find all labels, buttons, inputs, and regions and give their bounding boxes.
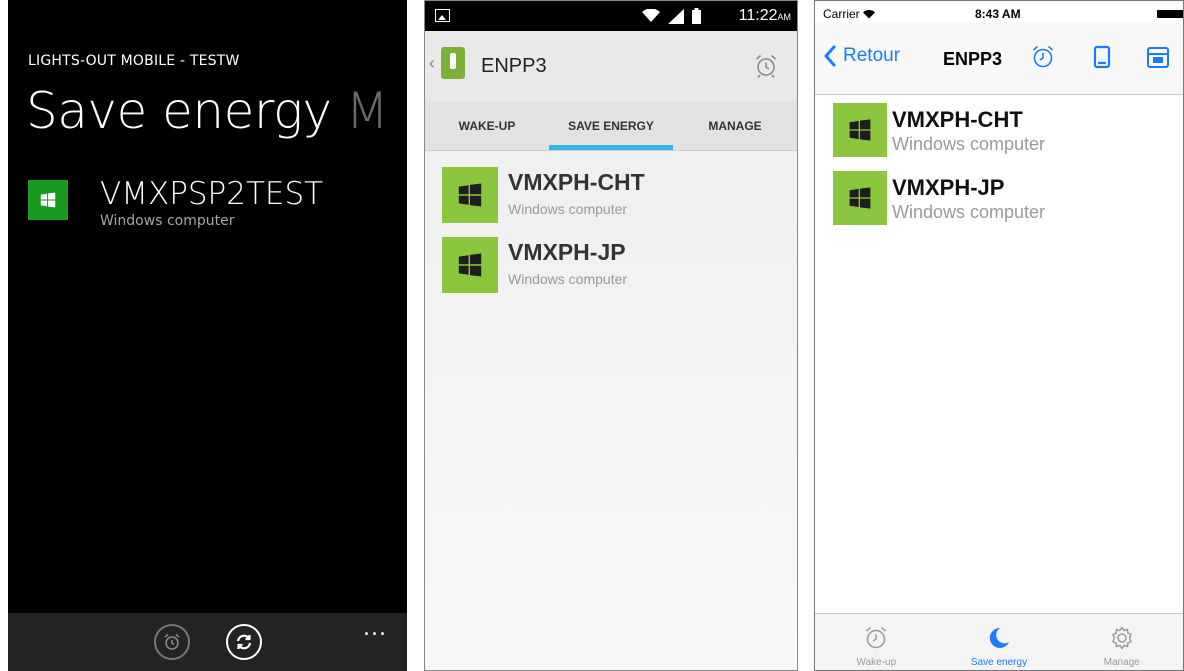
carrier-label: Carrier bbox=[823, 7, 876, 21]
sync-button[interactable] bbox=[226, 624, 262, 660]
list-item[interactable]: VMXPSP2TEST Windows computer bbox=[28, 177, 323, 229]
action-bar: ‹ ENPP3 bbox=[425, 31, 797, 101]
back-label: Retour bbox=[843, 45, 901, 66]
pivot-header: Save energy M bbox=[26, 82, 389, 140]
tab-wake-up[interactable]: Wake-up bbox=[815, 614, 938, 670]
tab-label: Manage bbox=[1103, 657, 1140, 668]
list-item[interactable]: VMXPH-CHT Windows computer bbox=[815, 103, 1183, 171]
battery-icon bbox=[692, 8, 701, 24]
alarm-icon[interactable] bbox=[1030, 44, 1056, 70]
tab-bar: Wake-up Save energy Manage bbox=[815, 613, 1183, 670]
computer-name: VMXPH-JP bbox=[508, 239, 626, 265]
computer-list: VMXPH-CHT Windows computer VMXPH-JP Wind… bbox=[815, 95, 1183, 239]
computer-type: Windows computer bbox=[892, 202, 1046, 222]
battery-icon bbox=[1157, 10, 1183, 18]
computer-name: VMXPH-JP bbox=[892, 175, 1005, 200]
pivot-current[interactable]: Save energy bbox=[26, 82, 332, 140]
computer-list: VMXPH-CHT Windows computer VMXPH-JP Wind… bbox=[425, 151, 797, 307]
list-item[interactable]: VMXPH-JP Windows computer bbox=[815, 171, 1183, 239]
computer-name: VMXPSP2TEST bbox=[100, 176, 324, 212]
wifi-icon bbox=[642, 9, 660, 22]
computer-type: Windows computer bbox=[508, 201, 628, 217]
tab-wake-up[interactable]: WAKE-UP bbox=[425, 101, 549, 150]
signal-icon bbox=[668, 8, 684, 24]
computer-type: Windows computer bbox=[100, 213, 235, 229]
pivot-next[interactable]: M bbox=[346, 82, 389, 140]
windows-logo-icon bbox=[442, 167, 498, 223]
tab-bar: WAKE-UP SAVE ENERGY MANAGE bbox=[425, 101, 797, 151]
chevron-left-icon bbox=[824, 45, 836, 67]
page-title: ENPP3 bbox=[481, 55, 547, 77]
alarm-icon bbox=[866, 626, 887, 649]
tab-label: Save energy bbox=[970, 657, 1028, 668]
app-bar: ... bbox=[8, 613, 407, 671]
list-item[interactable]: VMXPH-CHT Windows computer bbox=[425, 167, 797, 237]
windows-logo-icon bbox=[833, 103, 887, 157]
tab-manage[interactable]: Manage bbox=[1060, 614, 1183, 670]
moon-icon bbox=[989, 627, 1009, 648]
image-icon bbox=[435, 9, 450, 22]
sync-icon bbox=[236, 634, 252, 650]
tab-save-energy[interactable]: SAVE ENERGY bbox=[549, 101, 673, 150]
computer-type: Windows computer bbox=[508, 271, 628, 287]
windows-logo-icon bbox=[28, 180, 68, 220]
tab-save-energy[interactable]: Save energy bbox=[938, 614, 1061, 670]
windows-phone-screen: LIGHTS-OUT MOBILE - TESTW Save energy M V… bbox=[8, 0, 407, 671]
status-bar: Carrier 8:43 AM bbox=[815, 1, 1183, 23]
status-time: 8:43 AM bbox=[975, 7, 1021, 21]
calendar-icon[interactable] bbox=[1145, 44, 1171, 70]
status-time: 11:22AM bbox=[738, 7, 791, 24]
ios-screen: Carrier 8:43 AM Retour ENPP3 VMXPH-CHT W… bbox=[814, 0, 1184, 671]
app-logo-icon[interactable] bbox=[441, 47, 465, 79]
computer-type: Windows computer bbox=[892, 134, 1046, 154]
windows-logo-icon bbox=[833, 171, 887, 225]
navigation-bar: Retour ENPP3 bbox=[815, 23, 1183, 95]
tab-manage[interactable]: MANAGE bbox=[673, 101, 797, 150]
computer-name: VMXPH-CHT bbox=[508, 169, 645, 195]
back-button[interactable]: Retour bbox=[823, 45, 900, 67]
tablet-icon[interactable] bbox=[1089, 44, 1115, 70]
alarm-icon bbox=[164, 633, 180, 650]
tab-label: Wake-up bbox=[856, 657, 897, 668]
status-bar: 11:22AM bbox=[425, 1, 797, 31]
alarm-button[interactable] bbox=[154, 624, 190, 660]
list-item[interactable]: VMXPH-JP Windows computer bbox=[425, 237, 797, 307]
gear-icon bbox=[1111, 626, 1132, 650]
computer-name: VMXPH-CHT bbox=[892, 107, 1023, 132]
alarm-icon[interactable] bbox=[753, 53, 779, 79]
page-title: ENPP3 bbox=[943, 49, 1003, 69]
up-chevron-icon[interactable]: ‹ bbox=[429, 53, 435, 74]
wifi-icon bbox=[863, 10, 876, 19]
android-screen: 11:22AM ‹ ENPP3 WAKE-UP SAVE ENERGY MANA… bbox=[424, 0, 798, 671]
app-title: LIGHTS-OUT MOBILE - TESTW bbox=[28, 53, 240, 69]
more-menu-button[interactable]: ... bbox=[363, 616, 387, 641]
windows-logo-icon bbox=[442, 237, 498, 293]
